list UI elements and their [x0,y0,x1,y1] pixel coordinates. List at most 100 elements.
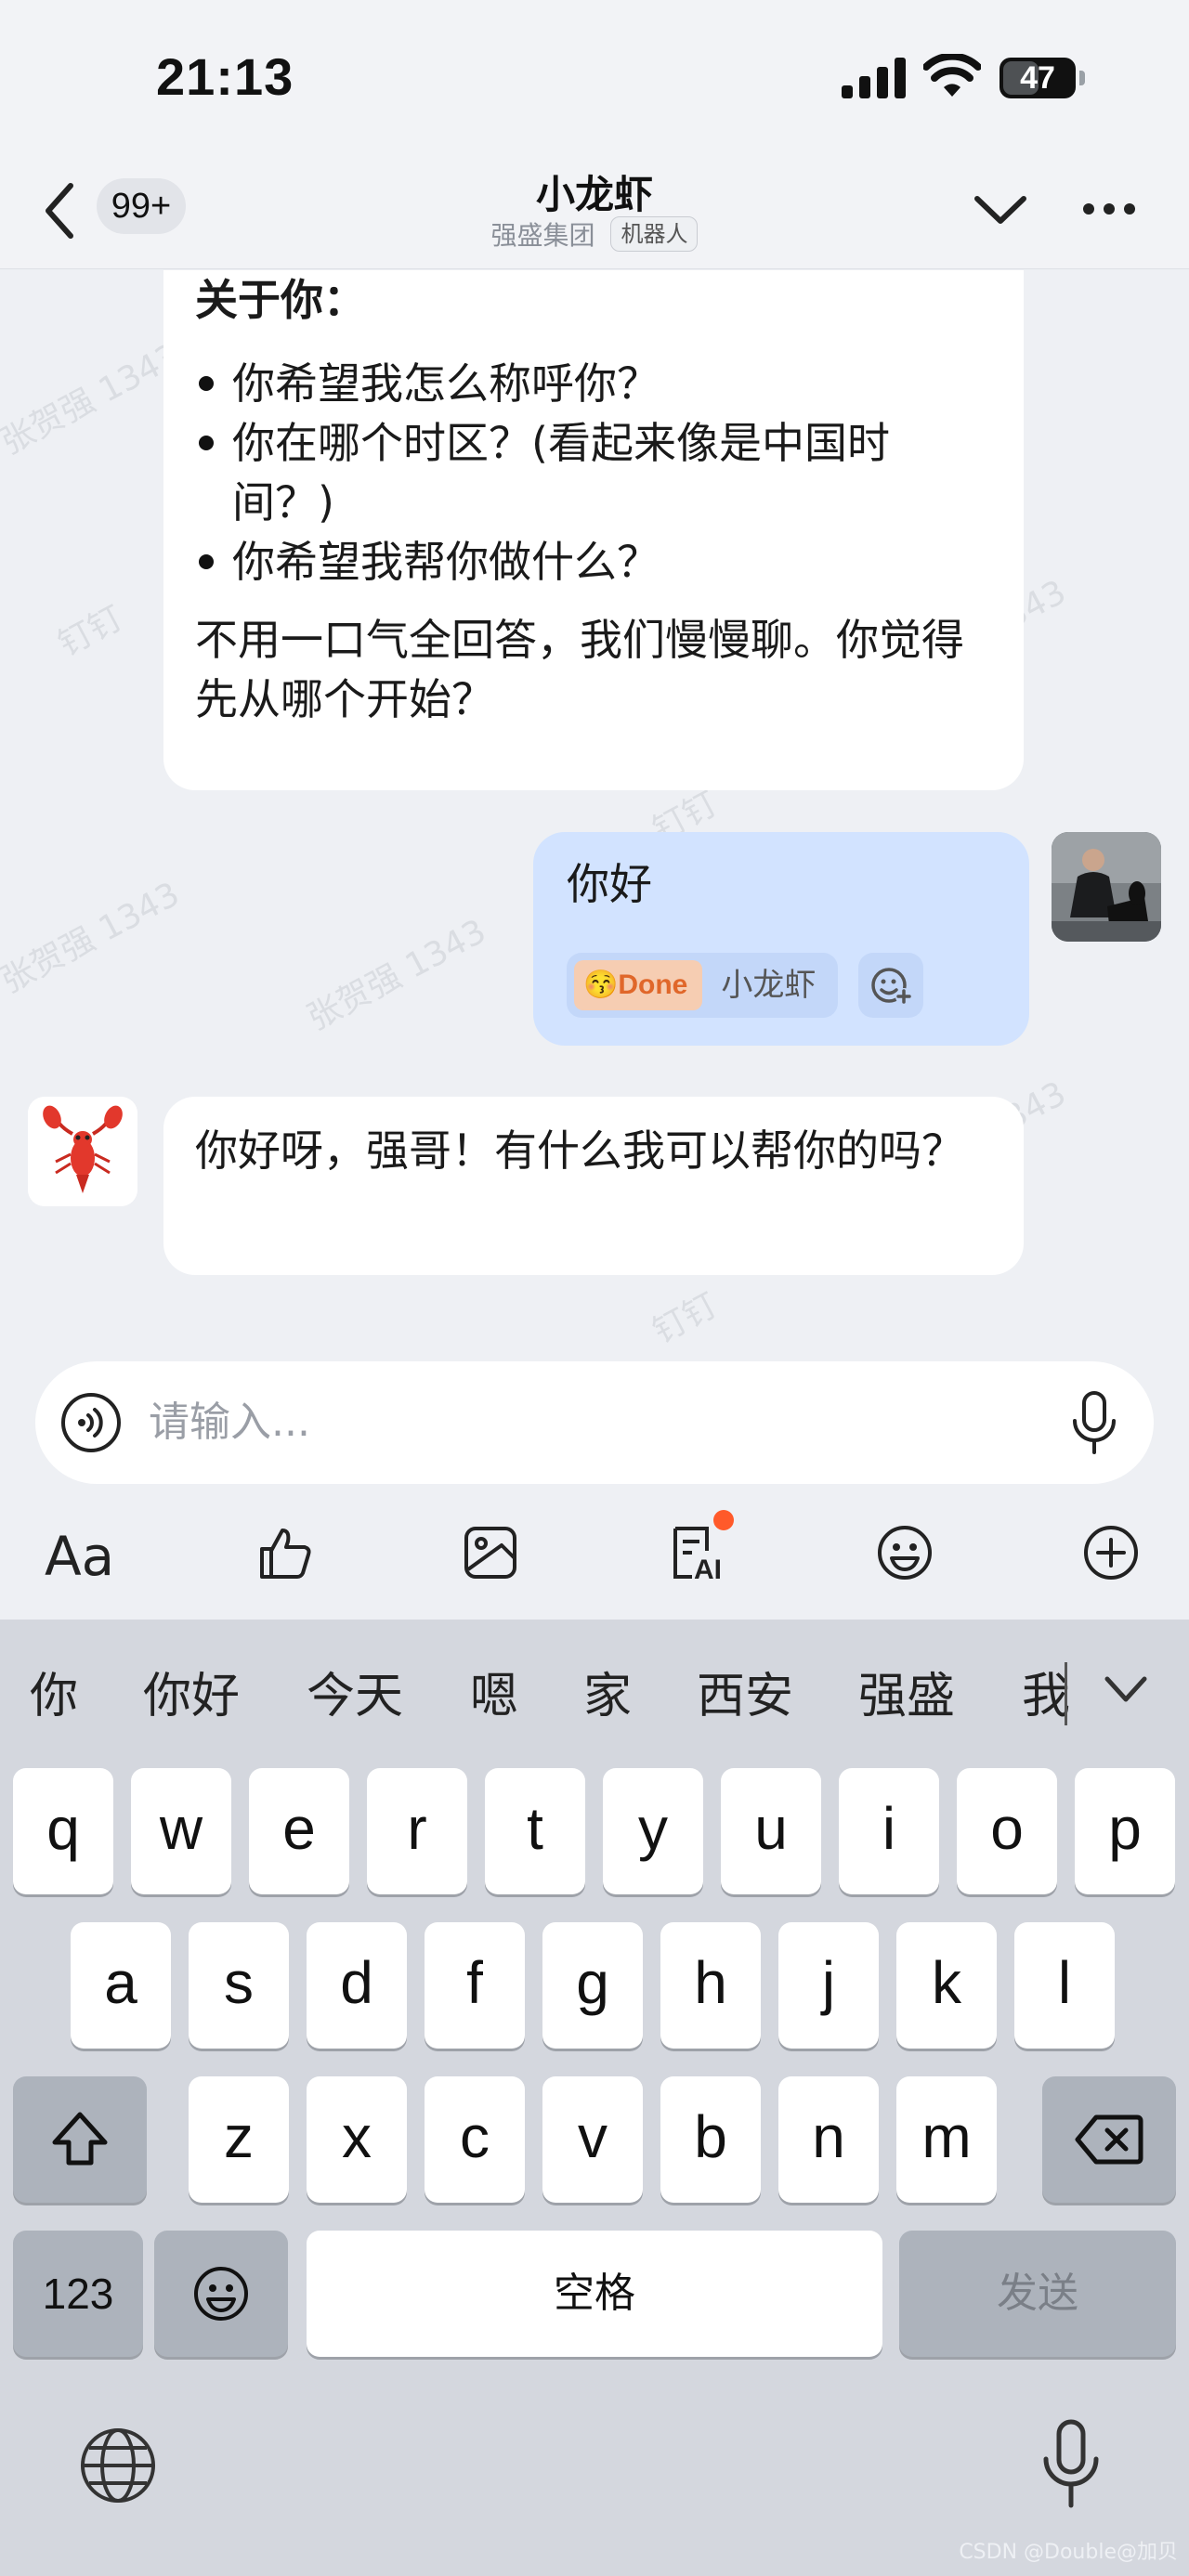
credit-watermark: CSDN @Double@加贝 [959,2541,1178,2564]
key-b[interactable]: b [660,2076,761,2203]
key-k[interactable]: k [896,1922,997,2049]
key-w[interactable]: w [131,1768,231,1894]
reaction-done-sticker: 😚Done [574,960,703,1010]
key-g[interactable]: g [542,1922,643,2049]
reaction-emoji-glyph: 😚 [583,969,619,1000]
dictation-mic-icon[interactable] [1039,2418,1104,2511]
chat-header: 99+ 小龙虾 强盛集团 机器人 [0,158,1189,269]
wifi-icon [923,54,981,97]
globe-icon[interactable] [78,2426,158,2505]
key-d[interactable]: d [307,1922,407,2049]
message-list[interactable]: 张贺强 1343 钉钉 343 钉钉 张贺强 1343 张贺强 1343 343… [0,270,1189,1366]
shift-icon [52,2112,108,2166]
key-t[interactable]: t [485,1768,585,1894]
message-bubble-bot[interactable]: 关于你： 你希望我怎么称呼你？ 你在哪个时区？(看起来像是中国时间？) 你希望我… [163,270,1024,790]
space-key[interactable]: 空格 [307,2231,882,2357]
add-reaction-button[interactable] [858,953,924,1018]
key-p[interactable]: p [1075,1768,1175,1894]
message-bubble-me[interactable]: 你好 😚Done 小龙虾 [533,832,1029,1046]
key-h[interactable]: h [660,1922,761,2049]
key-q[interactable]: q [13,1768,113,1894]
shift-key[interactable] [13,2076,147,2203]
thumbs-up-icon[interactable] [247,1516,321,1590]
key-u[interactable]: u [721,1768,821,1894]
watermark: 张贺强 1343 [0,336,186,462]
candidate-bar: 你 你好 今天 嗯 家 西安 强盛 我 [0,1620,1189,1759]
message-bubble-bot[interactable]: 你好呀，强哥！有什么我可以帮你的吗？ [163,1097,1024,1275]
key-n[interactable]: n [778,2076,879,2203]
message-input[interactable]: 请输入... [149,1361,310,1484]
list-item: 你希望我帮你做什么？ [195,532,990,592]
list-item: 你希望我怎么称呼你？ [195,354,990,413]
send-key[interactable]: 发送 [899,2231,1176,2357]
candidate-word[interactable]: 今天 [307,1657,403,1726]
key-j[interactable]: j [778,1922,879,2049]
bullet-list: 你希望我怎么称呼你？ 你在哪个时区？(看起来像是中国时间？) 你希望我帮你做什么… [195,354,990,592]
message-text: 不用一口气全回答，我们慢慢聊。你觉得先从哪个开始？ [195,615,964,724]
watermark: 张贺强 1343 [301,912,492,1038]
candidate-word[interactable]: 西安 [697,1657,793,1726]
emoji-key[interactable] [154,2231,288,2357]
battery-level: 47 [1020,60,1055,96]
emoji-icon[interactable] [868,1516,942,1590]
candidate-word[interactable]: 嗯 [470,1657,518,1726]
key-e[interactable]: e [249,1768,349,1894]
status-bar: 21:13 47 [0,0,1189,158]
list-item: 你在哪个时区？(看起来像是中国时间？) [195,413,990,532]
ai-glyph: AI [694,1555,722,1582]
keyboard: 你 你好 今天 嗯 家 西安 强盛 我 q w e r t y u i o p … [0,1620,1189,2576]
candidate-divider [1065,1662,1067,1725]
add-emoji-icon [871,968,913,1005]
microphone-icon[interactable] [1066,1389,1122,1456]
bot-avatar-lobster[interactable] [28,1097,137,1206]
key-y[interactable]: y [603,1768,703,1894]
key-f[interactable]: f [425,1922,525,2049]
message-input-bar: 请输入... [35,1361,1154,1484]
key-l[interactable]: l [1014,1922,1115,2049]
robot-tag: 机器人 [610,216,699,252]
key-c[interactable]: c [425,2076,525,2203]
user-avatar[interactable] [1052,832,1161,942]
backspace-icon [1075,2114,1143,2165]
reaction-chip[interactable]: 😚Done 小龙虾 [567,953,839,1018]
key-x[interactable]: x [307,2076,407,2203]
watermark: 钉钉 [647,1286,725,1352]
key-z[interactable]: z [189,2076,289,2203]
reaction-user: 小龙虾 [721,967,817,1004]
cellular-signal-icon [842,58,907,98]
candidate-word[interactable]: 你好 [143,1657,240,1726]
reaction-bar: 😚Done 小龙虾 [567,953,924,1018]
backspace-key[interactable] [1042,2076,1176,2203]
plus-icon[interactable] [1074,1516,1148,1590]
watermark: 张贺强 1343 [0,875,186,1001]
candidate-word[interactable]: 你 [30,1657,78,1726]
organization-name: 强盛集团 [490,220,595,251]
ai-doc-icon[interactable]: AI [661,1510,736,1590]
emoji-icon [194,2267,248,2321]
notification-dot [713,1510,734,1530]
more-options-icon[interactable] [1081,186,1137,232]
reaction-label: Done [618,969,688,1000]
battery-cap [1079,71,1085,85]
watermark: 钉钉 [52,599,130,665]
candidate-word[interactable]: 家 [583,1657,632,1726]
numbers-key[interactable]: 123 [13,2231,143,2357]
image-icon[interactable] [453,1516,528,1590]
key-i[interactable]: i [839,1768,939,1894]
message-heading: 关于你： [195,275,366,325]
key-m[interactable]: m [896,2076,997,2203]
key-s[interactable]: s [189,1922,289,2049]
text-format-icon[interactable]: Aa [41,1516,115,1590]
candidate-word[interactable]: 我 [1022,1657,1070,1726]
message-text: 你好 [567,859,652,909]
voice-mode-icon[interactable] [59,1391,123,1454]
key-a[interactable]: a [71,1922,171,2049]
composer-toolbar: Aa AI [0,1495,1189,1616]
key-v[interactable]: v [542,2076,643,2203]
message-text: 你好呀，强哥！有什么我可以帮你的吗？ [195,1125,964,1176]
key-r[interactable]: r [367,1768,467,1894]
chevron-down-icon[interactable] [972,184,1029,236]
chevron-down-icon[interactable] [1102,1672,1150,1709]
key-o[interactable]: o [957,1768,1057,1894]
candidate-word[interactable]: 强盛 [858,1657,955,1726]
